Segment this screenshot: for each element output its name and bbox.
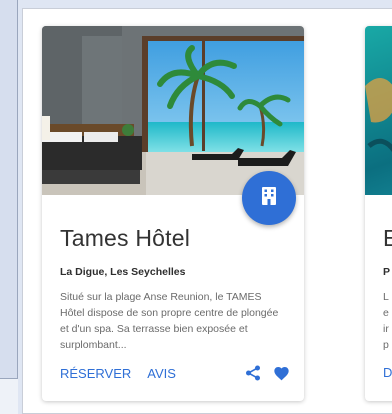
left-panel — [0, 0, 18, 414]
next-card-action[interactable]: D — [383, 365, 392, 380]
card-description: Situé sur la plage Anse Reunion, le TAME… — [60, 291, 279, 351]
hotel-fab[interactable] — [242, 171, 296, 225]
desc-line: L — [383, 291, 389, 303]
card-description-next: L e ir p — [383, 289, 392, 353]
carousel-frame: Tames Hôtel La Digue, Les Seychelles Sit… — [22, 8, 392, 414]
card-title: Tames Hôtel — [60, 225, 191, 251]
card-location-next: P — [383, 266, 391, 278]
heart-icon[interactable] — [273, 366, 290, 381]
card-actions: RÉSERVER AVIS — [60, 365, 290, 381]
card-title-next: E — [383, 225, 392, 255]
left-panel-footer — [0, 378, 18, 414]
hotel-card: Tames Hôtel La Digue, Les Seychelles Sit… — [42, 26, 304, 401]
hotel-room-photo — [42, 26, 304, 195]
hotel-card-next: E P L e ir p D — [365, 26, 392, 401]
card-location: La Digue, Les Seychelles — [60, 266, 186, 278]
hotel-image-next — [365, 26, 392, 195]
desc-line: p — [383, 339, 389, 351]
card-actions-next: D — [383, 365, 392, 380]
hotel-image — [42, 26, 304, 195]
reserve-button[interactable]: RÉSERVER — [60, 366, 131, 381]
desc-line: ir — [383, 323, 389, 335]
share-icon[interactable] — [245, 365, 261, 381]
aquarium-photo — [365, 78, 392, 153]
reviews-button[interactable]: AVIS — [147, 366, 176, 381]
hotel-icon — [261, 186, 277, 211]
desc-line: e — [383, 307, 389, 319]
